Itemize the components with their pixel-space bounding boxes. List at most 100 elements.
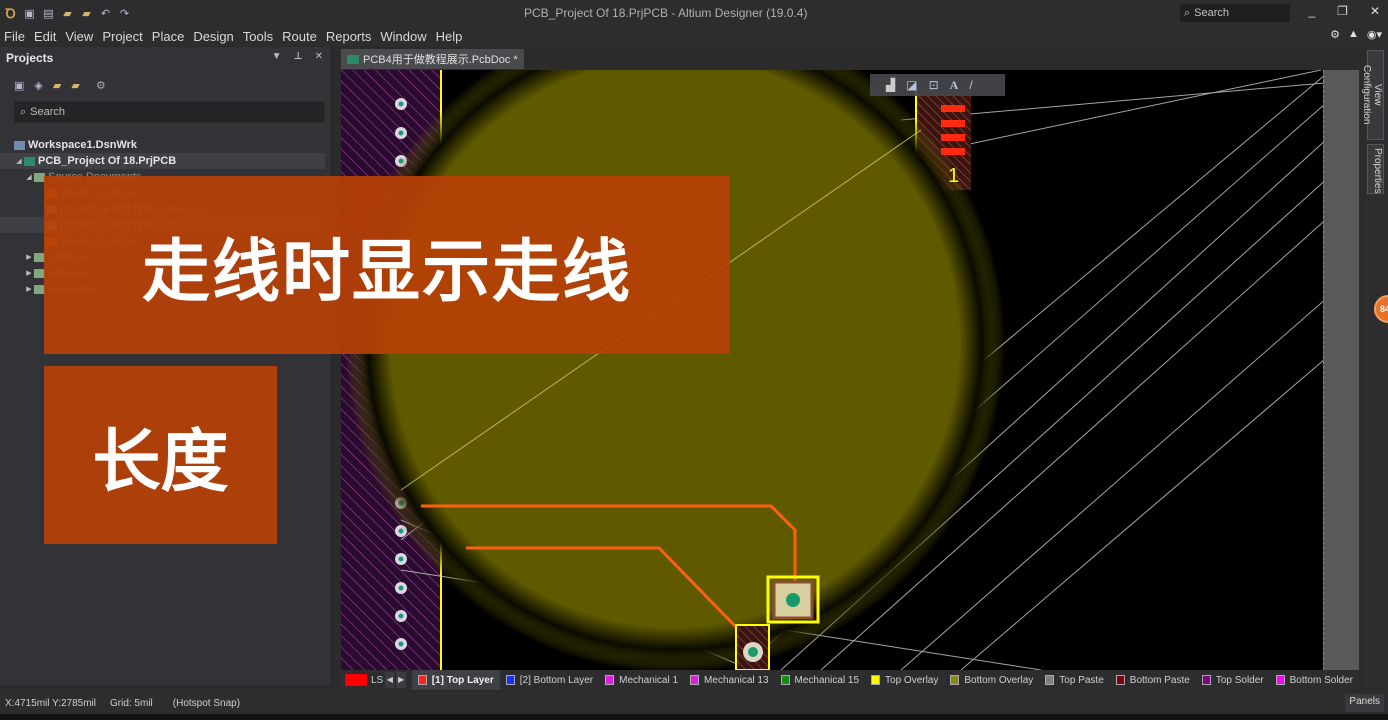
global-search[interactable]: ⌕ Search <box>1180 4 1290 22</box>
document-tab[interactable]: PCB4用于做教程展示.PcbDoc * <box>341 49 524 69</box>
layer-tab-mechanical-1[interactable]: Mechanical 1 <box>599 670 684 690</box>
layer-tab-bottom-paste[interactable]: Bottom Paste <box>1110 670 1196 690</box>
close-button[interactable]: ✕ <box>1370 4 1380 18</box>
undo-icon[interactable]: ↶ <box>99 7 112 20</box>
taskbar-strip <box>0 714 1388 720</box>
compile-icon[interactable]: ◈ <box>34 79 42 92</box>
layer-color-swatch <box>1115 675 1125 685</box>
collapse-arrow-icon[interactable]: ▶ <box>24 253 34 261</box>
layer-color-swatch <box>950 675 960 685</box>
caption-line-1: 走线时显示走线 <box>44 176 730 354</box>
search-placeholder: Search <box>1194 7 1230 19</box>
workspace-icon <box>14 140 25 150</box>
open-folder-icon[interactable]: ▰ <box>53 79 61 92</box>
user-icon[interactable]: ◉▾ <box>1367 28 1382 41</box>
layer-tab-top-layer[interactable]: [1] Top Layer <box>411 670 500 690</box>
window-title: PCB_Project Of 18.PrjPCB - Altium Design… <box>524 6 808 20</box>
layer-color-swatch <box>1275 675 1285 685</box>
save-icon[interactable]: ▣ <box>23 7 36 20</box>
expand-arrow-icon[interactable]: ◢ <box>14 157 24 165</box>
menu-reports[interactable]: Reports <box>322 29 376 44</box>
project-icon <box>24 156 35 166</box>
folder-settings-icon[interactable]: ▰ <box>71 79 79 92</box>
pcb-canvas[interactable]: 1 <box>341 70 1359 670</box>
layer-label: Mechanical 1 <box>619 674 679 686</box>
app-logo-icon[interactable]: Ꝺ <box>4 4 17 22</box>
panel-menu-icon[interactable]: ▼ <box>272 51 282 62</box>
gear-icon[interactable]: ⚙ <box>96 79 106 92</box>
layer-prev-button[interactable]: ◀ <box>385 672 395 688</box>
menu-place[interactable]: Place <box>148 29 189 44</box>
bar-chart-icon[interactable]: ▟ <box>886 78 895 92</box>
open-icon[interactable]: ▰ <box>61 7 74 20</box>
menu-project[interactable]: Project <box>98 29 146 44</box>
projects-toolbar: ▣ ◈ ▰ ▰ ⚙ <box>0 69 331 101</box>
layer-color-swatch <box>605 675 615 685</box>
menu-edit[interactable]: Edit <box>30 29 60 44</box>
quick-access-toolbar: Ꝺ ▣ ▤ ▰ ▰ ↶ ↷ <box>0 4 131 22</box>
layer-color-swatch <box>417 675 427 685</box>
snap-mode: (Hotspot Snap) <box>172 697 241 709</box>
layer-tab-bottom-layer[interactable]: [2] Bottom Layer <box>500 670 599 690</box>
line-icon[interactable]: / <box>969 78 972 92</box>
layer-color-swatch <box>690 675 700 685</box>
minimize-button[interactable]: _ <box>1308 4 1315 18</box>
rectangle-icon[interactable]: ◪ <box>906 78 917 92</box>
menu-help[interactable]: Help <box>432 29 467 44</box>
bell-icon[interactable]: ▲ <box>1348 28 1359 41</box>
tab-properties[interactable]: Properties <box>1367 144 1384 194</box>
menu-file[interactable]: File <box>0 29 29 44</box>
search-icon: ⌕ <box>20 105 27 118</box>
document-tab-label: PCB4用于做教程展示.PcbDoc * <box>363 54 518 66</box>
magnifier-lens <box>345 70 1005 670</box>
expand-arrow-icon[interactable]: ◢ <box>24 173 34 181</box>
layer-color-swatch <box>871 675 881 685</box>
layer-set-swatch <box>345 674 367 686</box>
layer-tab-top-paste[interactable]: Top Paste <box>1039 670 1109 690</box>
menu-route[interactable]: Route <box>278 29 321 44</box>
tree-item-label: Workspace1.DsnWrk <box>28 139 138 151</box>
layer-set-label: LS <box>371 674 384 686</box>
menu-window[interactable]: Window <box>376 29 430 44</box>
save-icon[interactable]: ▣ <box>14 79 24 92</box>
layer-label: [2] Bottom Layer <box>519 674 594 686</box>
pin-icon[interactable]: ⊥ <box>293 51 302 62</box>
close-icon[interactable]: ✕ <box>315 51 323 62</box>
layer-tab-mechanical-13[interactable]: Mechanical 13 <box>684 670 774 690</box>
layer-label: Top Paste <box>1059 674 1104 686</box>
panels-button[interactable]: Panels <box>1345 694 1384 712</box>
layer-tab-mechanical-15[interactable]: Mechanical 15 <box>775 670 865 690</box>
layer-next-button[interactable]: ▶ <box>396 672 406 688</box>
side-panel-tabs: View Configuration Properties <box>1361 48 1388 688</box>
gear-icon[interactable]: ⚙ <box>1330 28 1340 41</box>
open-project-icon[interactable]: ▰ <box>80 7 93 20</box>
text-icon[interactable]: A <box>950 78 959 93</box>
pcb-drawing: 1 <box>341 70 1359 670</box>
dimension-icon[interactable]: ⊡ <box>929 78 939 92</box>
restore-button[interactable]: ❐ <box>1337 4 1348 18</box>
layer-tab-bottom-solder[interactable]: Bottom Solder <box>1270 670 1359 690</box>
layer-tab-bottom-overlay[interactable]: Bottom Overlay <box>944 670 1039 690</box>
tree-item-project[interactable]: ◢ PCB_Project Of 18.PrjPCB <box>0 153 325 169</box>
menu-tools[interactable]: Tools <box>239 29 277 44</box>
collapse-arrow-icon[interactable]: ▶ <box>24 269 34 277</box>
layer-label: Bottom Paste <box>1129 674 1190 686</box>
layer-tab-top-solder[interactable]: Top Solder <box>1196 670 1270 690</box>
tab-view-configuration[interactable]: View Configuration <box>1361 50 1384 140</box>
redo-icon[interactable]: ↷ <box>118 7 131 20</box>
layer-tab-top-overlay[interactable]: Top Overlay <box>865 670 944 690</box>
save-all-icon[interactable]: ▤ <box>42 7 55 20</box>
menu-design[interactable]: Design <box>189 29 237 44</box>
menu-bar: File Edit View Project Place Design Tool… <box>0 26 1388 46</box>
search-icon: ⌕ <box>1184 6 1191 19</box>
layer-set-button[interactable]: LS <box>345 674 383 686</box>
layer-label: Mechanical 13 <box>704 674 769 686</box>
collapse-arrow-icon[interactable]: ▶ <box>24 285 34 293</box>
tree-item-workspace[interactable]: Workspace1.DsnWrk <box>0 137 331 153</box>
layer-label: [1] Top Layer <box>431 674 494 686</box>
projects-search-input[interactable]: ⌕ Search <box>14 101 325 123</box>
menu-view[interactable]: View <box>61 29 97 44</box>
status-bar: X:4715mil Y:2785mil Grid: 5mil (Hotspot … <box>0 692 1388 714</box>
layer-color-swatch <box>780 675 790 685</box>
layer-label: Mechanical 15 <box>794 674 860 686</box>
